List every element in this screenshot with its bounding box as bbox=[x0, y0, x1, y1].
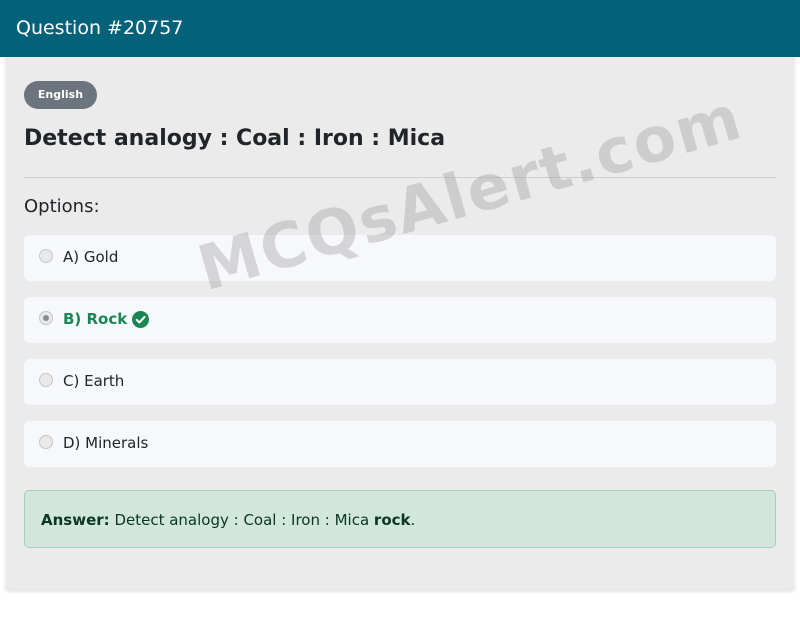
answer-suffix: . bbox=[410, 511, 416, 529]
question-number-title: Question #20757 bbox=[16, 17, 184, 39]
radio-option-b[interactable] bbox=[39, 311, 53, 325]
card-header: Question #20757 bbox=[0, 0, 800, 57]
divider bbox=[24, 177, 776, 178]
option-d[interactable]: D) Minerals bbox=[24, 421, 776, 467]
option-a[interactable]: A) Gold bbox=[24, 235, 776, 281]
check-circle-icon bbox=[132, 311, 149, 328]
answer-text: Detect analogy : Coal : Iron : Mica bbox=[114, 511, 370, 529]
language-badge[interactable]: English bbox=[24, 81, 97, 109]
option-b-label: B) Rock bbox=[63, 310, 128, 328]
answer-line: Answer: Detect analogy : Coal : Iron : M… bbox=[41, 510, 415, 530]
radio-option-d[interactable] bbox=[39, 435, 53, 449]
option-d-label: D) Minerals bbox=[63, 434, 149, 452]
options-label: Options: bbox=[24, 196, 100, 217]
radio-option-c[interactable] bbox=[39, 373, 53, 387]
option-c-label: C) Earth bbox=[63, 372, 125, 390]
radio-option-a[interactable] bbox=[39, 249, 53, 263]
option-c[interactable]: C) Earth bbox=[24, 359, 776, 405]
option-b[interactable]: B) Rock bbox=[24, 297, 776, 343]
question-text: Detect analogy : Coal : Iron : Mica bbox=[24, 126, 446, 151]
answer-prefix: Answer: bbox=[41, 511, 110, 529]
answer-highlight: rock bbox=[373, 511, 411, 529]
option-a-label: A) Gold bbox=[63, 248, 119, 266]
answer-box: Answer: Detect analogy : Coal : Iron : M… bbox=[24, 490, 776, 548]
